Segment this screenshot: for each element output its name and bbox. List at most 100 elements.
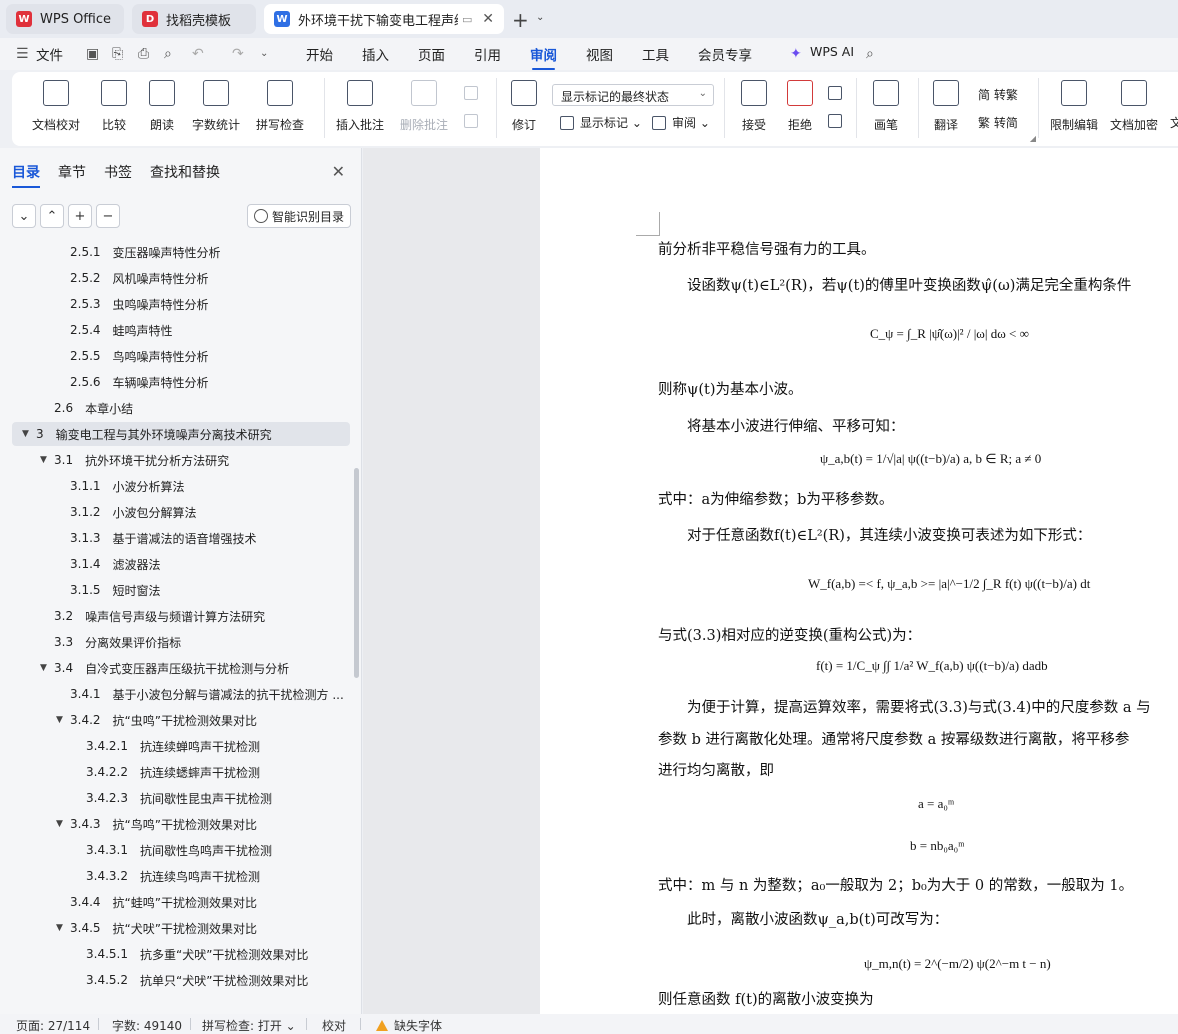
nav-tab-bookmarks[interactable]: 书签	[104, 162, 132, 182]
print-icon[interactable]: ⎙	[138, 46, 149, 62]
toc-item[interactable]: 2.5.5 鸟鸣噪声特性分析	[12, 344, 350, 368]
toc-item[interactable]: 2.5.2 风机噪声特性分析	[12, 266, 350, 290]
remove-heading-button[interactable]: −	[96, 204, 120, 228]
revise-button[interactable]: 修订	[494, 80, 554, 133]
page-indicator[interactable]: 页面: 27/114	[16, 1017, 90, 1034]
tab-docer-templates[interactable]: D 找稻壳模板	[132, 4, 256, 34]
encrypt-button[interactable]: 文档加密	[1104, 80, 1164, 133]
redo-icon[interactable]: ↷	[232, 46, 244, 62]
close-tab-icon[interactable]: ✕	[482, 11, 494, 27]
menu-tools[interactable]: 工具	[642, 44, 669, 64]
nav-tab-find-replace[interactable]: 查找和替换	[150, 162, 220, 182]
toc-item[interactable]: 2.5.4 蛙鸣声特性	[12, 318, 350, 342]
print-preview-icon[interactable]: ⌕	[164, 46, 172, 62]
menu-start[interactable]: 开始	[306, 44, 333, 64]
expand-arrow-icon[interactable]: ▼	[56, 819, 70, 829]
toc-item[interactable]: 3.4.1 基于小波包分解与谱减法的抗干扰检测方 ...	[12, 682, 350, 706]
toc-item[interactable]: 3.1.3 基于谱减法的语音增强技术	[12, 526, 350, 550]
markup-display-select[interactable]: 显示标记的最终状态 ⌄	[552, 84, 714, 106]
toc-item[interactable]: 2.6 本章小结	[12, 396, 350, 420]
restrict-edit-button[interactable]: 限制编辑	[1044, 80, 1104, 133]
toc-item[interactable]: 3.4.5.2 抗单只“犬吠”干扰检测效果对比	[12, 968, 350, 992]
expand-arrow-icon[interactable]: ▼	[56, 715, 70, 725]
toc-item[interactable]: 3.4.3.1 抗间歇性鸟鸣声干扰检测	[12, 838, 350, 862]
new-tab-icon[interactable]: +	[512, 8, 529, 32]
collapse-down-button[interactable]: ⌄	[12, 204, 36, 228]
undo-icon[interactable]: ↶	[192, 46, 204, 62]
word-count-status[interactable]: 字数: 49140	[112, 1017, 182, 1034]
nav-tab-toc[interactable]: 目录	[12, 162, 40, 188]
prev-comment-icon[interactable]	[464, 86, 484, 100]
review-pane-button[interactable]: 审阅 ⌄	[652, 114, 710, 131]
add-heading-button[interactable]: +	[68, 204, 92, 228]
toc-item[interactable]: ▼ 3.4.2 抗“虫鸣”干扰检测效果对比	[12, 708, 350, 732]
nav-scrollbar[interactable]	[354, 468, 359, 678]
save-icon[interactable]: ▣	[86, 46, 99, 62]
proof-status[interactable]: 校对	[322, 1017, 346, 1034]
next-change-icon[interactable]	[828, 114, 848, 128]
export-icon[interactable]: ⎘	[112, 46, 123, 62]
toc-item[interactable]: 3.1.5 短时窗法	[12, 578, 350, 602]
toc-item[interactable]: 3.1.4 滤波器法	[12, 552, 350, 576]
toc-item[interactable]: 3.4.2.2 抗连续蟋蟀声干扰检测	[12, 760, 350, 784]
expand-arrow-icon[interactable]: ▼	[56, 923, 70, 933]
tab-list-chevron-icon[interactable]: ⌄	[536, 12, 544, 23]
search-icon[interactable]: ⌕	[866, 46, 874, 62]
toc-item[interactable]: ▼ 3.4.5 抗“犬吠”干扰检测效果对比	[12, 916, 350, 940]
pen-button[interactable]: 画笔	[856, 80, 916, 133]
toc-item[interactable]: 3.2 噪声信号声级与频谱计算方法研究	[12, 604, 350, 628]
prev-change-icon[interactable]	[828, 86, 848, 100]
toc-item[interactable]: 3.1.2 小波包分解算法	[12, 500, 350, 524]
toc-item[interactable]: 3.4.3.2 抗连续鸟鸣声干扰检测	[12, 864, 350, 888]
delete-comment-button[interactable]: 删除批注	[394, 80, 454, 133]
toc-item[interactable]: ▼ 3.1 抗外环境干扰分析方法研究	[12, 448, 350, 472]
translate-button[interactable]: 翻译	[916, 80, 976, 133]
spell-check-status[interactable]: 拼写检查: 打开 ⌄	[202, 1017, 296, 1034]
document-page[interactable]: 前分析非平稳信号强有力的工具。 设函数ψ(t)∈L²(R)，若ψ(t)的傅里叶变…	[540, 148, 1178, 1014]
next-comment-icon[interactable]	[464, 114, 484, 128]
menu-review[interactable]: 审阅	[530, 44, 557, 70]
toc-item[interactable]: 3.4.2.1 抗连续蝉鸣声干扰检测	[12, 734, 350, 758]
nav-tab-sections[interactable]: 章节	[58, 162, 86, 182]
proofread-button[interactable]: 文档校对	[26, 80, 86, 133]
toc-item[interactable]: ▼ 3 输变电工程与其外环境噪声分离技术研究	[12, 422, 350, 446]
toc-item[interactable]: 3.1.1 小波分析算法	[12, 474, 350, 498]
menu-member[interactable]: 会员专享	[698, 44, 752, 64]
collapse-up-button[interactable]: ⌃	[40, 204, 64, 228]
word-count-button[interactable]: 字数统计	[186, 80, 246, 133]
tab-wps-office[interactable]: W WPS Office	[6, 4, 124, 34]
show-markup-button[interactable]: 显示标记 ⌄	[560, 114, 642, 131]
hamburger-menu-icon[interactable]: ☰	[16, 46, 29, 62]
read-aloud-button[interactable]: 朗读	[132, 80, 192, 133]
toc-item[interactable]: 3.4.4 抗“蛙鸣”干扰检测效果对比	[12, 890, 350, 914]
menu-insert[interactable]: 插入	[362, 44, 389, 64]
menu-file[interactable]: 文件	[36, 44, 63, 64]
to-traditional-button[interactable]: 简 转繁	[978, 86, 1018, 103]
toc-item[interactable]: 3.3 分离效果评价指标	[12, 630, 350, 654]
expand-arrow-icon[interactable]: ▼	[40, 663, 54, 673]
missing-font-status[interactable]: 缺失字体	[376, 1017, 442, 1034]
expand-arrow-icon[interactable]: ▼	[40, 455, 54, 465]
to-simplified-button[interactable]: 繁 转简	[978, 114, 1018, 131]
toc-item[interactable]: 2.5.1 变压器噪声特性分析	[12, 240, 350, 264]
toc-item[interactable]: 2.5.6 车辆噪声特性分析	[12, 370, 350, 394]
more-chevron-icon[interactable]: ⌄	[260, 48, 268, 59]
ribbon-expand-icon[interactable]: ◢	[1030, 134, 1036, 143]
smart-toc-button[interactable]: 智能识别目录	[247, 204, 351, 228]
toc-item[interactable]: 2.5.3 虫鸣噪声特性分析	[12, 292, 350, 316]
tab-current-document[interactable]: W 外环境干扰下输变电工程声级测 ▭ ✕	[264, 4, 504, 34]
expand-arrow-icon[interactable]: ▼	[22, 429, 36, 439]
menu-view[interactable]: 视图	[586, 44, 613, 64]
menu-reference[interactable]: 引用	[474, 44, 501, 64]
monitor-icon[interactable]: ▭	[462, 13, 472, 26]
reject-button[interactable]: 拒绝	[770, 80, 830, 133]
wps-ai-icon[interactable]: ✦	[790, 46, 802, 62]
insert-comment-button[interactable]: 插入批注	[330, 80, 390, 133]
close-pane-icon[interactable]: ✕	[332, 162, 345, 181]
toc-item[interactable]: ▼ 3.4 自冷式变压器声压级抗干扰检测与分析	[12, 656, 350, 680]
menu-page[interactable]: 页面	[418, 44, 445, 64]
menu-wps-ai[interactable]: WPS AI	[810, 44, 854, 59]
toc-item[interactable]: 3.4.5.1 抗多重“犬吠”干扰检测效果对比	[12, 942, 350, 966]
toc-item[interactable]: ▼ 3.4.3 抗“鸟鸣”干扰检测效果对比	[12, 812, 350, 836]
toc-item[interactable]: 3.4.2.3 抗间歇性昆虫声干扰检测	[12, 786, 350, 810]
